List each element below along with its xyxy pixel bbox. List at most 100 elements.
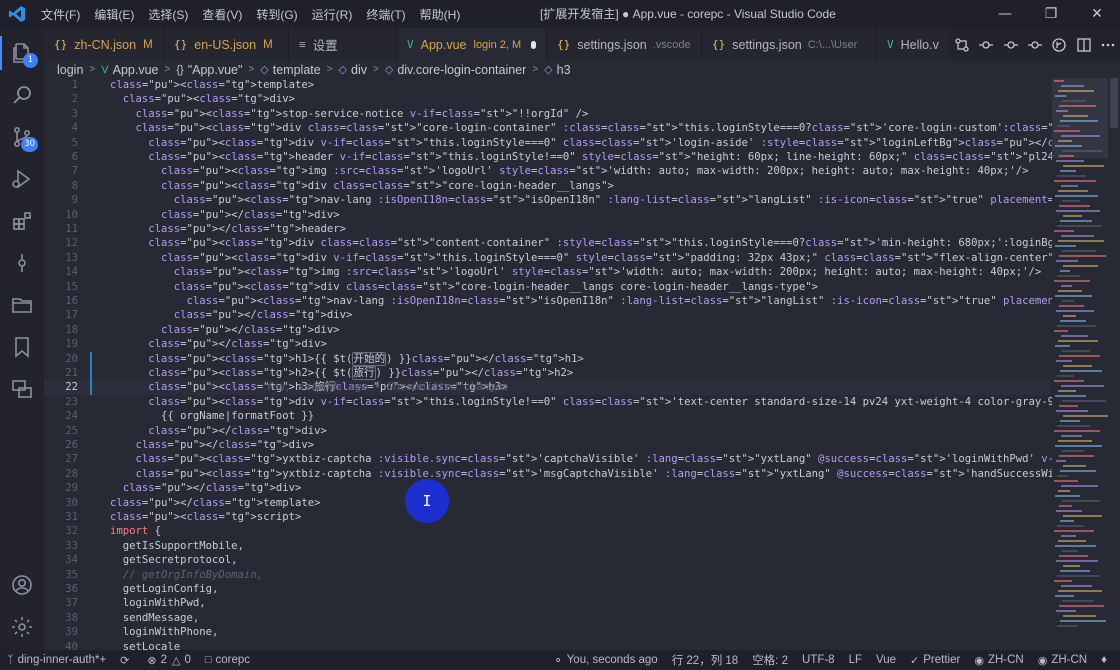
extensions-icon[interactable]: [0, 200, 44, 242]
problems-item[interactable]: ⊗ 2 △ 0: [140, 654, 198, 667]
code-line[interactable]: 24 {{ orgName|formatFoot }}: [44, 409, 1050, 423]
code-line[interactable]: 25 class="pu"></class="tg">div>: [44, 424, 1050, 438]
blame-item[interactable]: ⚬ You, seconds ago: [546, 654, 664, 667]
tab-settings-ui[interactable]: ≡ 设置: [289, 28, 397, 61]
tab-hello-vue[interactable]: V Hello.v: [877, 28, 957, 61]
breadcrumb-file[interactable]: App.vue: [113, 63, 159, 77]
menu-edit[interactable]: 编辑(E): [87, 6, 141, 23]
notifications-item[interactable]: ♦: [1094, 654, 1114, 666]
account-icon[interactable]: [0, 564, 44, 606]
menu-run[interactable]: 运行(R): [305, 6, 360, 23]
code-line[interactable]: 35 // getOrgInfoByDomain,: [44, 568, 1050, 582]
code-line[interactable]: 36 getLoginConfig,: [44, 582, 1050, 596]
code-line[interactable]: 38 sendMessage,: [44, 611, 1050, 625]
code-line[interactable]: 18 class="pu"></class="tg">div>: [44, 323, 1050, 337]
split-editor-icon[interactable]: [1076, 37, 1092, 53]
menu-file[interactable]: 文件(F): [34, 6, 87, 23]
code-line[interactable]: 7 class="pu"><class="tg">img :src=class=…: [44, 164, 1050, 178]
code-line[interactable]: 34 getSecretprotocol,: [44, 553, 1050, 567]
modified-lines-marker[interactable]: [90, 351, 92, 395]
breadcrumb-container[interactable]: div.core-login-container: [397, 63, 526, 77]
code-line[interactable]: 1 class="pu"><class="tg">template>: [44, 78, 1050, 92]
encoding[interactable]: UTF-8: [795, 654, 842, 666]
code-line[interactable]: 6 class="pu"><class="tg">header v-if=cla…: [44, 150, 1052, 164]
code-line[interactable]: 30 class="pu"></class="tg">template>: [44, 496, 1050, 510]
code-line[interactable]: 4 class="pu"><class="tg">div class=class…: [44, 121, 1052, 135]
menu-view[interactable]: 查看(V): [195, 6, 249, 23]
menu-selection[interactable]: 选择(S): [141, 6, 195, 23]
folder-item[interactable]: □ corepc: [198, 654, 257, 666]
gitlens-icon[interactable]: [1051, 37, 1067, 53]
breadcrumb-div[interactable]: div: [351, 63, 367, 77]
code-editor[interactable]: 1 class="pu"><class="tg">template> 2 class…: [44, 78, 1052, 650]
scrollbar-thumb[interactable]: [1110, 78, 1118, 128]
remote-explorer-icon[interactable]: [0, 368, 44, 410]
code-line[interactable]: 15 class="pu"><class="tg">div class=clas…: [44, 280, 1050, 294]
breadcrumb-folder[interactable]: login: [57, 63, 83, 77]
menu-help[interactable]: 帮助(H): [413, 6, 468, 23]
code-line[interactable]: 17 class="pu"></class="tg">div>: [44, 308, 1050, 322]
code-line[interactable]: 39 loginWithPhone,: [44, 625, 1050, 639]
source-control-icon[interactable]: 30: [0, 116, 44, 158]
tab-app-vue[interactable]: V App.vue login 2, M: [397, 28, 547, 61]
run-debug-icon[interactable]: [0, 158, 44, 200]
minimap[interactable]: [1052, 78, 1108, 650]
search-icon[interactable]: [0, 74, 44, 116]
code-line[interactable]: 37 loginWithPwd,: [44, 596, 1050, 610]
menu-terminal[interactable]: 终端(T): [359, 6, 412, 23]
lang-item-2[interactable]: ◉ ZH-CN: [1031, 654, 1094, 667]
restore-icon[interactable]: ❐: [1028, 0, 1074, 28]
folder-icon[interactable]: [0, 284, 44, 326]
code-line[interactable]: 33 getIsSupportMobile,: [44, 539, 1050, 553]
code-line[interactable]: 13 class="pu"><class="tg">div v-if=class…: [44, 251, 1052, 265]
code-line[interactable]: 26 class="pu"></class="tg">div>: [44, 438, 1050, 452]
code-line[interactable]: 12 class="pu"><class="tg">div class=clas…: [44, 236, 1052, 250]
tab-zh-cn-json[interactable]: {} zh-CN.json M: [44, 28, 164, 61]
indentation[interactable]: 空格: 2: [745, 652, 795, 668]
code-line[interactable]: 14 class="pu"><class="tg">img :src=class…: [44, 265, 1050, 279]
timeline-icon[interactable]: [1003, 37, 1019, 53]
code-line[interactable]: 8 class="pu"><class="tg">div class=class…: [44, 179, 1050, 193]
prettier-item[interactable]: ✓ Prettier: [903, 654, 967, 667]
close-icon[interactable]: ✕: [1074, 0, 1120, 28]
code-line[interactable]: 11 class="pu"></class="tg">header>: [44, 222, 1050, 236]
code-line[interactable]: 32 import {: [44, 524, 1050, 538]
previous-change-icon[interactable]: [978, 37, 994, 53]
code-line[interactable]: 20 class="pu"><class="tg">h1>{{ $t(开始的) …: [44, 351, 1050, 366]
code-line[interactable]: 5 class="pu"><class="tg">div v-if=class=…: [44, 136, 1052, 150]
breadcrumb-module[interactable]: "App.vue": [188, 63, 243, 77]
tab-settings-json-user[interactable]: {} settings.json C:\...\User: [702, 28, 877, 61]
code-line[interactable]: 2 class="pu"><class="tg">div>: [44, 92, 1050, 106]
vertical-scrollbar[interactable]: [1108, 78, 1120, 650]
git-commit-icon[interactable]: [1027, 37, 1043, 53]
code-line[interactable]: 29 class="pu"></class="tg">div>: [44, 481, 1050, 495]
cursor-position[interactable]: 行 22，列 18: [665, 652, 745, 668]
settings-gear-icon[interactable]: [0, 606, 44, 648]
code-line[interactable]: 22 class="pu"><class="tg">h3>旅行class="pu…: [44, 380, 1050, 395]
tab-settings-json-vscode[interactable]: {} settings.json .vscode: [547, 28, 702, 61]
code-line[interactable]: 40 setLocale: [44, 640, 1050, 650]
code-line[interactable]: 19 class="pu"></class="tg">div>: [44, 337, 1050, 351]
code-line[interactable]: 31 class="pu"><class="tg">script>: [44, 510, 1050, 524]
lang-item-1[interactable]: ◉ ZH-CN: [967, 654, 1030, 667]
breadcrumb-h3[interactable]: h3: [557, 63, 571, 77]
unsaved-dot-icon[interactable]: [531, 40, 536, 49]
more-actions-icon[interactable]: [1100, 37, 1116, 53]
code-line[interactable]: 10 class="pu"></class="tg">div>: [44, 208, 1050, 222]
code-line[interactable]: 27 class="pu"><class="tg">yxtbiz-captcha…: [44, 452, 1052, 466]
code-line[interactable]: 3 class="pu"><class="tg">stop-service-no…: [44, 107, 1050, 121]
code-line[interactable]: 28 class="pu"><class="tg">yxtbiz-captcha…: [44, 467, 1052, 481]
compare-changes-icon[interactable]: [954, 37, 970, 53]
branch-item[interactable]: ᛉ ding-inner-auth*+: [0, 654, 113, 666]
menu-go[interactable]: 转到(G): [249, 6, 304, 23]
end-of-line[interactable]: LF: [842, 654, 869, 666]
explorer-icon[interactable]: 1: [0, 32, 44, 74]
bookmark-icon[interactable]: [0, 326, 44, 368]
sync-item[interactable]: ⟳: [113, 654, 140, 667]
breadcrumb-template[interactable]: template: [273, 63, 321, 77]
git-graph-icon[interactable]: [0, 242, 44, 284]
code-line[interactable]: 21 class="pu"><class="tg">h2>{{ $t(旅行) }…: [44, 366, 1050, 380]
minimize-icon[interactable]: —: [982, 0, 1028, 28]
code-line[interactable]: 23 class="pu"><class="tg">div v-if=class…: [44, 395, 1052, 409]
tab-en-us-json[interactable]: {} en-US.json M: [164, 28, 289, 61]
